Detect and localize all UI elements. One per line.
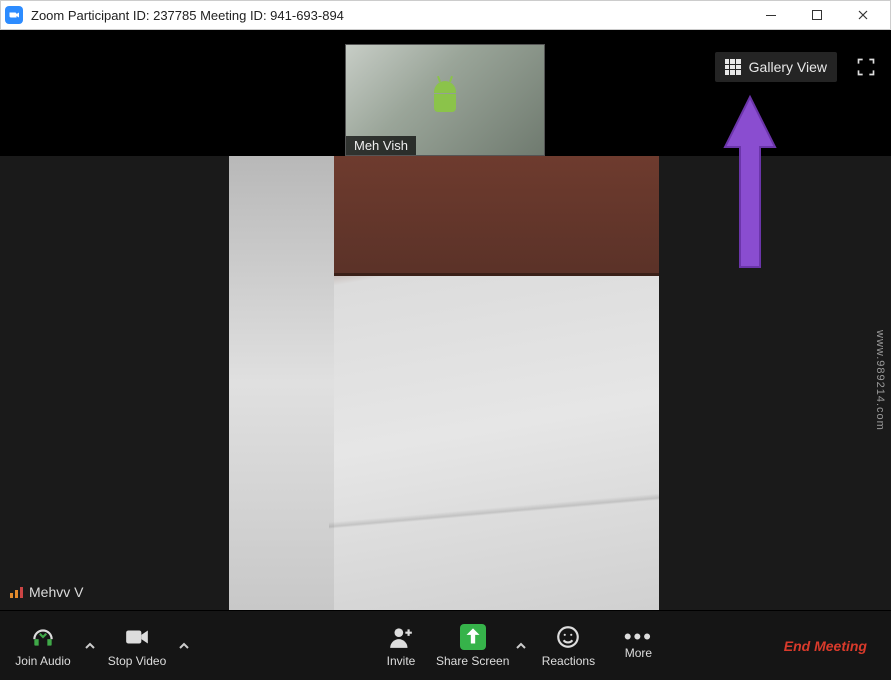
stop-video-button[interactable]: Stop Video (102, 616, 172, 676)
reactions-label: Reactions (542, 654, 595, 668)
more-label: More (625, 646, 652, 660)
end-meeting-button[interactable]: End Meeting (768, 630, 883, 662)
window-titlebar: Zoom Participant ID: 237785 Meeting ID: … (0, 0, 891, 30)
grid-icon (725, 59, 741, 75)
main-video-area (0, 156, 891, 610)
more-button[interactable]: ••• More (603, 616, 673, 676)
minimize-button[interactable] (748, 1, 794, 29)
thumbnail-name-tag: Meh Vish (346, 136, 416, 155)
share-options-caret[interactable] (509, 616, 533, 676)
video-top-strip: Meh Vish Gallery View (0, 30, 891, 156)
share-screen-label: Share Screen (436, 654, 509, 668)
share-screen-button[interactable]: Share Screen (436, 616, 509, 676)
active-speaker-tag: Mehvv V (10, 584, 83, 600)
gallery-view-button[interactable]: Gallery View (715, 52, 837, 82)
audio-options-caret[interactable] (78, 616, 102, 676)
signal-icon (10, 587, 23, 598)
window-controls (748, 1, 886, 29)
fullscreen-button[interactable] (853, 54, 879, 80)
reactions-button[interactable]: Reactions (533, 616, 603, 676)
share-screen-icon (460, 624, 486, 650)
participant-thumbnail[interactable]: Meh Vish (345, 44, 545, 156)
maximize-button[interactable] (794, 1, 840, 29)
invite-label: Invite (387, 654, 416, 668)
active-speaker-video[interactable] (229, 156, 659, 610)
active-speaker-name: Mehvv V (29, 584, 83, 600)
video-options-caret[interactable] (172, 616, 196, 676)
gallery-view-label: Gallery View (749, 59, 827, 75)
more-dots-icon: ••• (624, 632, 653, 642)
invite-button[interactable]: Invite (366, 616, 436, 676)
close-button[interactable] (840, 1, 886, 29)
meeting-toolbar: Join Audio Stop Video Invite (0, 610, 891, 680)
watermark: www.989214.com (874, 330, 886, 431)
zoom-meeting-window: Meh Vish Gallery View i Mehvv V is conne… (0, 30, 891, 680)
window-title: Zoom Participant ID: 237785 Meeting ID: … (31, 8, 748, 23)
join-audio-button[interactable]: Join Audio (8, 616, 78, 676)
join-audio-label: Join Audio (15, 654, 70, 668)
android-figurine (430, 81, 460, 119)
zoom-app-icon (5, 6, 23, 24)
stop-video-label: Stop Video (108, 654, 167, 668)
